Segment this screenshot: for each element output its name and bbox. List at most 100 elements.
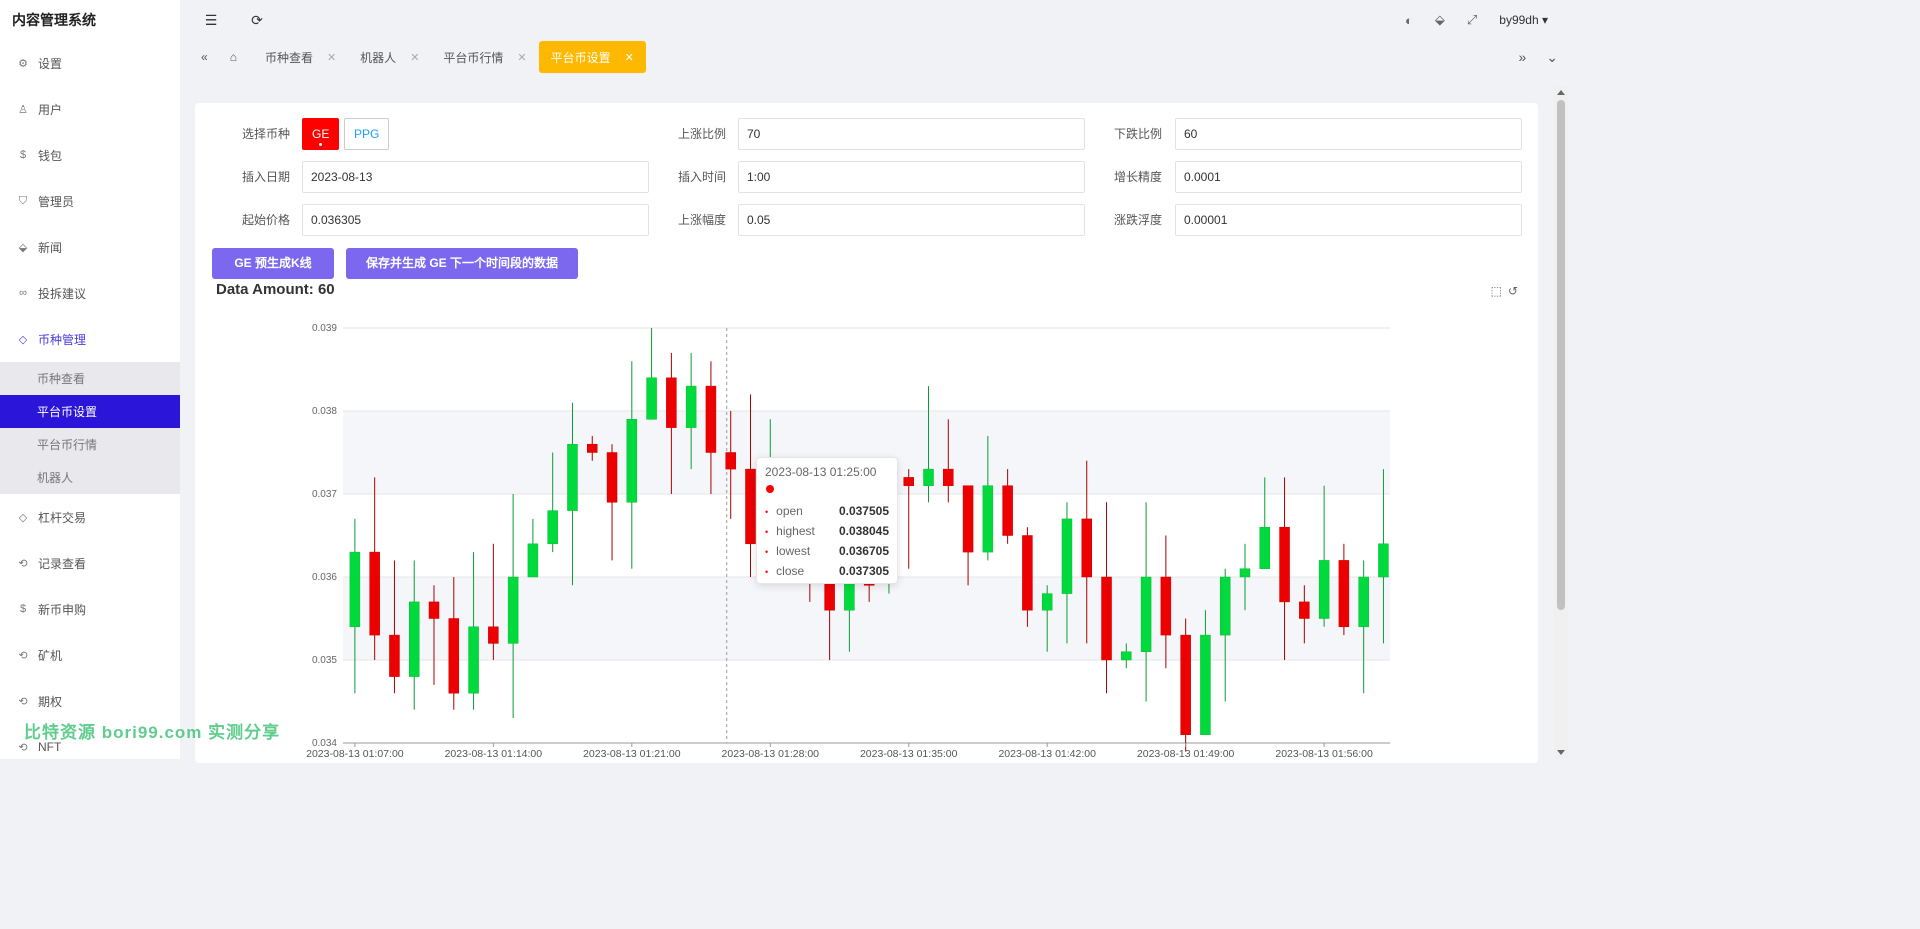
coin-option-ge[interactable]: GE (302, 118, 340, 150)
candle-body (507, 576, 519, 644)
circle-arrow-icon: ⟲ (18, 649, 28, 662)
sidebar-item-label: 用户 (38, 102, 63, 117)
candle-body (587, 443, 598, 453)
app-title: 内容管理系统 (12, 12, 96, 28)
sidebar-item[interactable]: ⛉ 管理员 (0, 178, 180, 224)
tab-platform-coin-settings[interactable]: 平台币设置 ✕ (538, 41, 646, 73)
tab-robot[interactable]: 机器人 ✕ (348, 41, 431, 73)
diamond-icon: ◇ (18, 511, 28, 524)
coin-option-ppg[interactable]: PPG (344, 118, 390, 150)
sidebar-subitem-coin-view[interactable]: 币种查看 (0, 362, 180, 395)
tab-label: 平台币设置 (550, 50, 611, 65)
insert-date-input[interactable]: 2023-08-13 (302, 161, 649, 193)
sidebar-item-label: 期权 (38, 694, 63, 709)
zoom-select-icon[interactable]: ⬚ (1491, 284, 1502, 298)
refresh-icon[interactable]: ⟳ (243, 6, 271, 34)
candle-body (349, 551, 361, 628)
up-ratio-input[interactable]: 70 (738, 118, 1085, 150)
candle-body (725, 452, 736, 470)
close-icon[interactable]: ✕ (327, 51, 336, 64)
candle-body (448, 618, 460, 694)
x-tick-label: 2023-08-13 01:07:00 (306, 748, 404, 759)
candle-body (705, 385, 717, 453)
sidebar-subitem-platform-coin-market[interactable]: 平台币行情 (0, 428, 180, 461)
candle-body (1259, 526, 1271, 569)
x-tick-label: 2023-08-13 01:28:00 (722, 748, 820, 759)
sidebar-item-coin-management[interactable]: ◇ 币种管理 (0, 316, 180, 362)
tag-icon[interactable]: ⬙ (1435, 12, 1445, 28)
sidebar-item-label: 币种管理 (38, 332, 87, 347)
candle-body (606, 452, 618, 503)
sidebar-item[interactable]: $ 钱包 (0, 132, 180, 178)
tooltip-row-close: close0.037305 (765, 561, 889, 581)
coin-select-label: 选择币种 (241, 127, 290, 141)
sidebar-subitem-platform-coin-settings[interactable]: 平台币设置 (0, 395, 180, 428)
zoom-reset-icon[interactable]: ↺ (1508, 284, 1518, 298)
candle-body (1160, 576, 1172, 636)
palette-icon[interactable]: ◐ (1405, 13, 1413, 28)
close-icon[interactable]: ✕ (410, 51, 419, 64)
tabs-scroll-right-icon[interactable]: » (1518, 49, 1526, 65)
tab-coin-view[interactable]: 币种查看 ✕ (253, 41, 348, 73)
sidebar-item-label: 记录查看 (38, 556, 87, 571)
y-tick-label: 0.039 (312, 323, 337, 334)
sidebar-item[interactable]: ⬙ 新闻 (0, 224, 180, 270)
sidebar-item[interactable]: ⟲ 记录查看 (0, 540, 180, 586)
float-input[interactable]: 0.00001 (1175, 204, 1522, 236)
scroll-down-icon[interactable] (1557, 750, 1565, 755)
tab-platform-coin-market[interactable]: 平台币行情 ✕ (431, 41, 538, 73)
insert-time-input[interactable]: 1:00 (738, 161, 1085, 193)
candle-body (1180, 634, 1191, 735)
candle-body (488, 626, 499, 644)
page-scrollbar[interactable] (1554, 86, 1568, 759)
menu-fold-icon[interactable]: ☰ (197, 6, 225, 34)
tooltip-row-lowest: lowest0.036705 (765, 541, 889, 561)
y-tick-label: 0.037 (312, 489, 337, 500)
chevron-down-icon[interactable]: ⌄ (1546, 49, 1558, 66)
close-icon[interactable]: ✕ (517, 51, 526, 64)
start-price-input[interactable]: 0.036305 (302, 204, 649, 236)
sidebar-item-label: 设置 (38, 56, 63, 71)
home-icon[interactable]: ⌂ (214, 41, 253, 73)
sidebar-item[interactable]: ⟲ 矿机 (0, 632, 180, 678)
sidebar-subitem-robot[interactable]: 机器人 (0, 461, 180, 494)
down-ratio-label: 下跌比例 (1113, 127, 1162, 141)
candle-body (685, 385, 697, 428)
sidebar-item[interactable]: ⚙ 设置 (0, 40, 180, 86)
x-tick-label: 2023-08-13 01:56:00 (1275, 748, 1373, 759)
candle-body (408, 601, 420, 677)
x-tick-label: 2023-08-13 01:49:00 (1137, 748, 1235, 759)
candle-body (1002, 485, 1013, 536)
fullscreen-icon[interactable]: ⤢ (1467, 12, 1477, 28)
candle-body (962, 485, 974, 553)
tooltip-row-open: open0.037505 (765, 501, 889, 521)
close-icon[interactable]: ✕ (625, 51, 634, 64)
tag-icon: ⬙ (18, 241, 28, 254)
tabs-scroll-left-icon[interactable]: « (195, 41, 214, 73)
down-ratio-input[interactable]: 60 (1175, 118, 1522, 150)
sidebar-item[interactable]: ∞ 投拆建议 (0, 270, 180, 316)
sidebar-item[interactable]: ♙ 用户 (0, 86, 180, 132)
candle-body (1041, 593, 1053, 611)
user-menu[interactable]: by99dh ▾ (1499, 13, 1548, 27)
candle-body (1338, 560, 1350, 628)
sidebar-item[interactable]: ◇ 杠杆交易 (0, 494, 180, 540)
save-generate-button[interactable]: 保存并生成 GE 下一个时间段的数据 (346, 248, 578, 279)
header-right: ◐ ⬙ ⤢ by99dh ▾ (1405, 0, 1548, 40)
x-tick-label: 2023-08-13 01:21:00 (583, 748, 681, 759)
up-ratio-label: 上涨比例 (677, 127, 726, 141)
form-row-1: 选择币种 GE PPG 上涨比例 70 下跌比例 60 (195, 118, 1538, 152)
up-range-input[interactable]: 0.05 (738, 204, 1085, 236)
tab-label: 币种查看 (264, 50, 313, 65)
generate-kline-button[interactable]: GE 预生成K线 (212, 248, 334, 279)
sidebar: 内容管理系统 ⚙ 设置 ♙ 用户 $ 钱包 ⛉ 管理员 ⬙ 新闻 ∞ 投拆建议 ◇ 币种管理 币种查看… (0, 0, 180, 759)
candle-body (1219, 576, 1231, 636)
scroll-thumb[interactable] (1557, 100, 1565, 610)
chart-toolbox: ⬚ ↺ (1491, 284, 1518, 298)
sidebar-item[interactable]: $ 新币申购 (0, 586, 180, 632)
candle-body (547, 510, 558, 545)
precision-input[interactable]: 0.0001 (1175, 161, 1522, 193)
sidebar-item-label: 管理员 (38, 194, 75, 209)
candle-body (1061, 518, 1073, 594)
scroll-up-icon[interactable] (1557, 90, 1565, 95)
